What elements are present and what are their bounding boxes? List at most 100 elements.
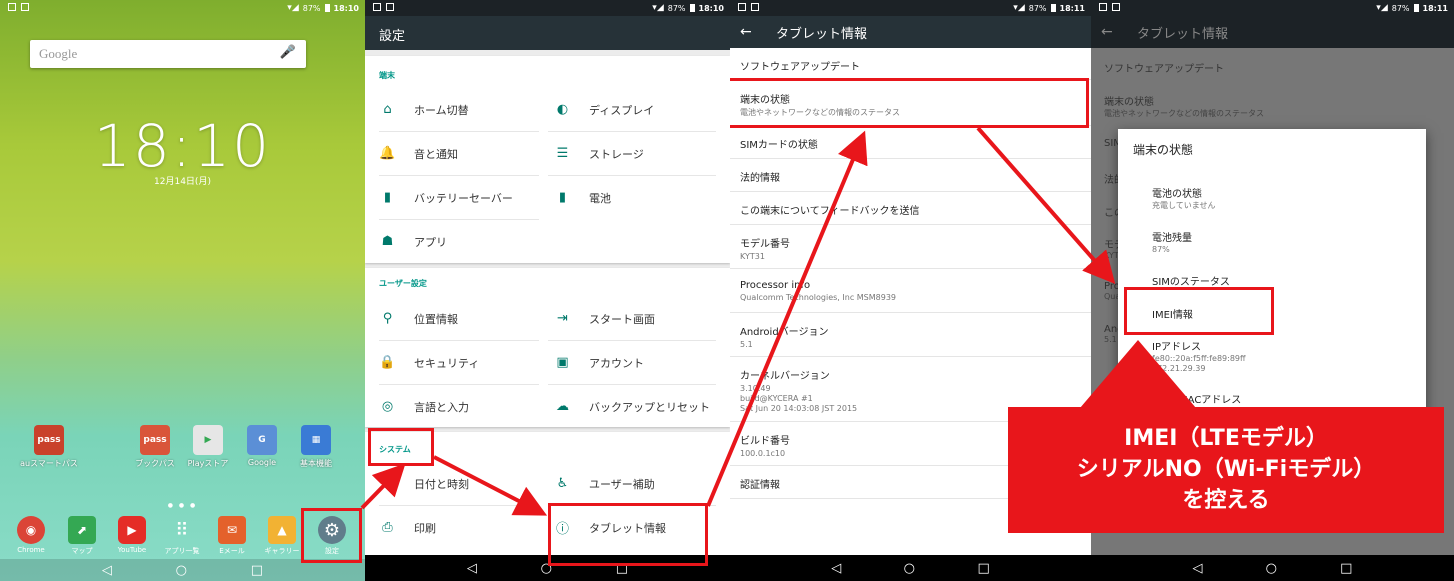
recent-apps-icon[interactable]: □ (977, 561, 989, 576)
setting-label: ディスプレイ (589, 103, 655, 117)
setting-battery-saver[interactable]: ▮ バッテリーセーバー (365, 176, 540, 219)
page-title: タブレット情報 (776, 26, 868, 42)
dialog-item-sim-status[interactable]: SIMのステータス (1152, 273, 1230, 288)
dialog-item-ip-address[interactable]: IPアドレス fe80::20a:f5ff:fe89:89ff 172.21.29… (1152, 338, 1246, 374)
row-title: 法的情報 (740, 173, 780, 184)
row-software-update[interactable]: ソフトウェアアップデート (730, 48, 1091, 80)
row-title: モデル番号 (740, 239, 790, 250)
highlight-tablet-info (548, 503, 708, 566)
location-icon: ⚲ (382, 311, 393, 326)
notification-icon (373, 3, 381, 11)
arrow-back-icon[interactable]: ← (740, 24, 766, 40)
setting-language[interactable]: ◎ 言語と入力 (365, 385, 540, 428)
setting-label: スタート画面 (589, 312, 655, 326)
dialog-item-battery-level[interactable]: 電池残量 87% (1152, 229, 1192, 255)
dock-youtube[interactable]: ▶ YouTube (106, 516, 158, 554)
back-icon[interactable]: ◁ (102, 563, 112, 578)
brightness-icon: ◐ (556, 102, 569, 117)
back-icon[interactable]: ◁ (831, 561, 841, 576)
home-icon[interactable]: ○ (1266, 561, 1277, 576)
section-header-device: 端末 (379, 71, 395, 80)
setting-date-time[interactable]: ◷ 日付と時刻 (365, 462, 540, 505)
arrow-back-icon: ← (1101, 24, 1113, 40)
setting-home-switch[interactable]: ⌂ ホーム切替 (365, 88, 540, 131)
bookpass-icon: pass (140, 425, 170, 455)
back-icon[interactable]: ◁ (467, 561, 477, 576)
dialog-item-subtitle: 充電していません (1152, 201, 1216, 210)
setting-print[interactable]: ⎙ 印刷 (365, 506, 540, 549)
chrome-icon: ◉ (17, 516, 45, 544)
row-sim-status[interactable]: SIMカードの状態 (730, 126, 1091, 159)
app-play-store[interactable]: ▶ Playストア (179, 425, 237, 469)
setting-label: ホーム切替 (414, 103, 469, 117)
recent-apps-icon[interactable]: □ (251, 563, 263, 578)
callout-line-2: シリアルNO（Wi-Fiモデル） (1076, 457, 1376, 482)
setting-label: 音と通知 (414, 147, 458, 161)
dialog-item-title: Wi-Fi MACアドレス (1152, 395, 1242, 406)
setting-battery[interactable]: ▮ 電池 (540, 176, 730, 219)
dock-app-drawer[interactable]: ⠿ アプリ一覧 (156, 516, 208, 556)
setting-backup-reset[interactable]: ☁ バックアップとリセット (540, 385, 730, 428)
date-label: 12月14日(月) (154, 177, 211, 187)
row-legal[interactable]: 法的情報 (730, 159, 1091, 192)
dialog-item-battery-state[interactable]: 電池の状態 充電していません (1152, 185, 1216, 211)
dialog-item-wifi-mac[interactable]: Wi-Fi MACアドレス (1152, 391, 1241, 406)
setting-label: 電池 (589, 191, 611, 205)
setting-display[interactable]: ◐ ディスプレイ (540, 88, 730, 131)
row-android-version[interactable]: Androidバージョン 5.1 (730, 313, 1091, 357)
row-processor-info: Processor info Qualcomm Technologies, Inc… (730, 269, 1091, 313)
row-title: この端末についてフィードバックを送信 (740, 206, 920, 217)
dialog-item-title: SIMのステータス (1152, 277, 1230, 288)
android-icon: ☗ (381, 234, 394, 249)
setting-account[interactable]: ▣ アカウント (540, 341, 730, 384)
maps-icon: ⬈ (68, 516, 96, 544)
setting-start-screen[interactable]: ⇥ スタート画面 (540, 297, 730, 340)
setting-accessibility[interactable]: ♿ ユーザー補助 (540, 462, 730, 505)
setting-apps[interactable]: ☗ アプリ (365, 220, 540, 263)
setting-location[interactable]: ⚲ 位置情報 (365, 297, 540, 340)
row-subtitle: 5.1 (740, 340, 753, 349)
battery-icon (1413, 4, 1419, 12)
microphone-icon[interactable]: 🎤 (280, 45, 296, 60)
dialog-item-title: 電池の状態 (1152, 189, 1202, 200)
back-icon[interactable]: ◁ (1193, 561, 1203, 576)
wifi-signal-icon: ▾◢ (1013, 3, 1025, 13)
status-bar: ▾◢ 87% 18:11 (730, 0, 1091, 16)
dialog-item-title: 電池残量 (1152, 233, 1192, 244)
row-feedback[interactable]: この端末についてフィードバックを送信 (730, 192, 1091, 225)
wifi-signal-icon: ▾◢ (652, 3, 664, 13)
status-bar: ▾◢ 87% 18:10 (365, 0, 730, 16)
home-icon[interactable]: ○ (176, 563, 187, 578)
row-title: Androidバージョン (740, 327, 829, 338)
app-auスマートパス[interactable]: pass auスマートパス (20, 425, 78, 469)
tablet-info-toolbar: ← タブレット情報 (730, 16, 1091, 48)
setting-label: 位置情報 (414, 312, 458, 326)
dock-email[interactable]: ✉ Eメール (206, 516, 258, 556)
app-google-folder[interactable]: G Google (233, 425, 291, 467)
notification-icon (751, 3, 759, 11)
battery-icon (324, 4, 330, 12)
setting-label: アカウント (589, 356, 644, 370)
app-basic-folder[interactable]: ▦ 基本機能 (287, 425, 345, 469)
google-search-bar[interactable]: Google 🎤 (30, 40, 306, 68)
status-bar: ▾◢ 87% 18:11 (1091, 0, 1454, 16)
youtube-icon: ▶ (118, 516, 146, 544)
setting-sound[interactable]: 🔔 音と通知 (365, 132, 540, 175)
setting-storage[interactable]: ☰ ストレージ (540, 132, 730, 175)
recent-apps-icon[interactable]: □ (1340, 561, 1352, 576)
status-time: 18:10 (698, 3, 724, 13)
clock-widget[interactable]: 18:10 (0, 112, 365, 180)
app-bookpass[interactable]: pass ブックパス (126, 425, 184, 469)
device-status-dialog: 端末の状態 電池の状態 充電していません 電池残量 87% SIMのステータス IM… (1118, 129, 1426, 419)
dock-chrome[interactable]: ◉ Chrome (5, 516, 57, 554)
dock-maps[interactable]: ⬈ マップ (56, 516, 108, 556)
bell-icon: 🔔 (379, 146, 396, 161)
page-title: 設定 (379, 29, 406, 44)
setting-security[interactable]: 🔒 セキュリティ (365, 341, 540, 384)
row-subtitle: KYT31 (740, 252, 765, 261)
home-icon[interactable]: ○ (904, 561, 915, 576)
setting-label: アプリ (414, 235, 447, 249)
battery-percent: 87% (667, 3, 686, 13)
app-label: 基本機能 (300, 459, 332, 468)
dialog-item-title: IPアドレス (1152, 342, 1201, 353)
